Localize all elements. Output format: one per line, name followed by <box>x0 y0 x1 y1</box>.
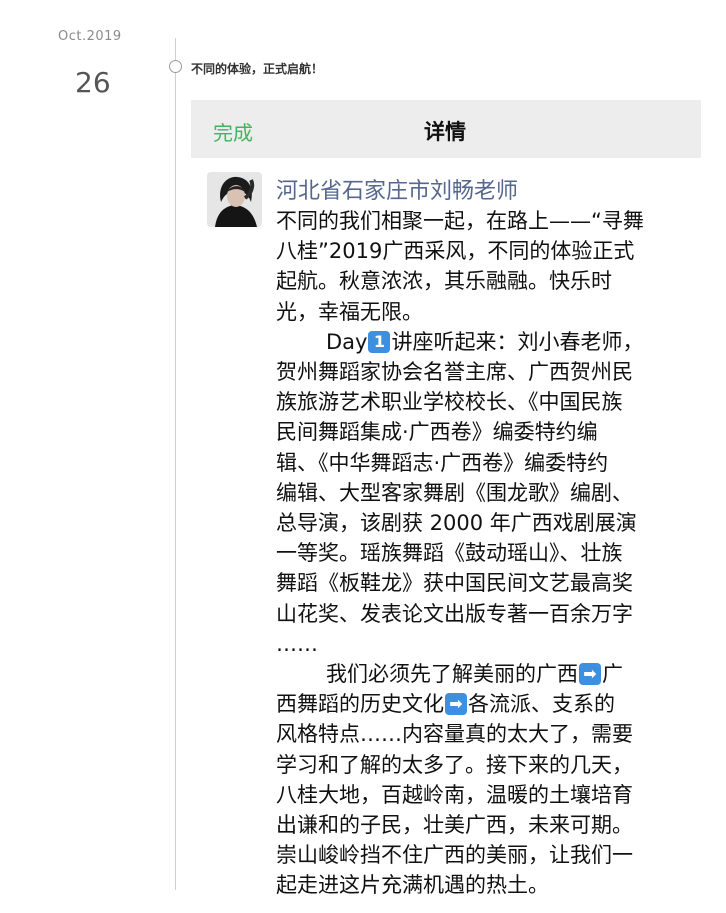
body-line: 贺州舞蹈家协会名誉主席、广西贺州民 <box>276 360 633 385</box>
body-line: 辑、《中华舞蹈志·广西卷》编委特约 <box>276 450 609 475</box>
body-line: 崇山峻岭挡不住广西的美丽，让我们一 <box>276 843 633 868</box>
body-line: 不同的我们相聚一起，在路上——“寻舞 <box>276 209 644 233</box>
date-day: 26 <box>75 66 111 99</box>
para2-text: 我们必须先了解美丽的广西 <box>326 662 578 687</box>
para2-line1: 我们必须先了解美丽的广西 ➡ 广 <box>276 659 696 689</box>
post-body: 不同的我们相聚一起，在路上——“寻舞 八桂”2019广西采风，不同的体验正式 起… <box>276 206 696 901</box>
day-line-text: 讲座听起来：刘小春老师， <box>391 329 644 354</box>
body-line: 民间舞蹈集成·广西卷》编委特约编 <box>276 420 598 445</box>
body-line: 一等奖。瑶族舞蹈《鼓动瑶山》、壮族 <box>276 541 623 566</box>
avatar-image <box>207 172 262 227</box>
right-arrow-icon: ➡ <box>579 663 601 686</box>
body-line: 出谦和的子民，壮美广西，未来可期。 <box>276 813 633 838</box>
body-line: 舞蹈《板鞋龙》获中国民间文艺最高奖 <box>276 571 633 596</box>
body-line: 八桂大地，百越岭南，温暖的土壤培育 <box>276 782 633 807</box>
timeline-dot <box>169 60 182 73</box>
avatar[interactable] <box>207 172 262 227</box>
para2-line2: 西舞蹈的历史文化 ➡ 各流派、支系的 <box>276 689 696 719</box>
body-line: 族旅游艺术职业学校校长、《中国民族 <box>276 390 623 415</box>
body-line: 学习和了解的太多了。接下来的几天， <box>276 752 633 777</box>
para2-text: 西舞蹈的历史文化 <box>276 692 444 717</box>
keycap-one-icon: 1 <box>368 330 391 353</box>
timeline-line <box>175 38 176 890</box>
detail-header: 完成 详情 <box>191 100 701 158</box>
right-arrow-icon: ➡ <box>445 693 467 716</box>
body-line: 起走进这片充满机遇的热土。 <box>276 873 549 898</box>
body-line: 起航。秋意浓浓，其乐融融。快乐时 <box>276 269 612 294</box>
body-line: 山花奖、发表论文出版专著一百余万字 <box>276 601 633 626</box>
day-prefix: Day <box>326 329 368 354</box>
body-line: …… <box>276 631 318 656</box>
author-name[interactable]: 河北省石家庄市刘畅老师 <box>276 173 518 205</box>
header-title: 详情 <box>424 120 466 144</box>
date-month: Oct.2019 <box>58 29 122 44</box>
para2-text: 广 <box>602 662 623 687</box>
done-button[interactable]: 完成 <box>213 117 253 146</box>
para2-text: 各流派、支系的 <box>468 692 615 717</box>
body-line: 风格特点……内容量真的太大了，需要 <box>276 722 633 747</box>
body-line: 光，幸福无限。 <box>276 299 423 324</box>
body-line: 总导演，该剧获 2000 年广西戏剧展演 <box>276 511 637 536</box>
post-title[interactable]: 不同的体验，正式启航！ <box>191 60 323 77</box>
day-line: Day 1 讲座听起来：刘小春老师， <box>276 327 696 357</box>
body-line: 编辑、大型客家舞剧《围龙歌》编剧、 <box>276 480 633 505</box>
body-line: 八桂”2019广西采风，不同的体验正式 <box>276 239 635 264</box>
